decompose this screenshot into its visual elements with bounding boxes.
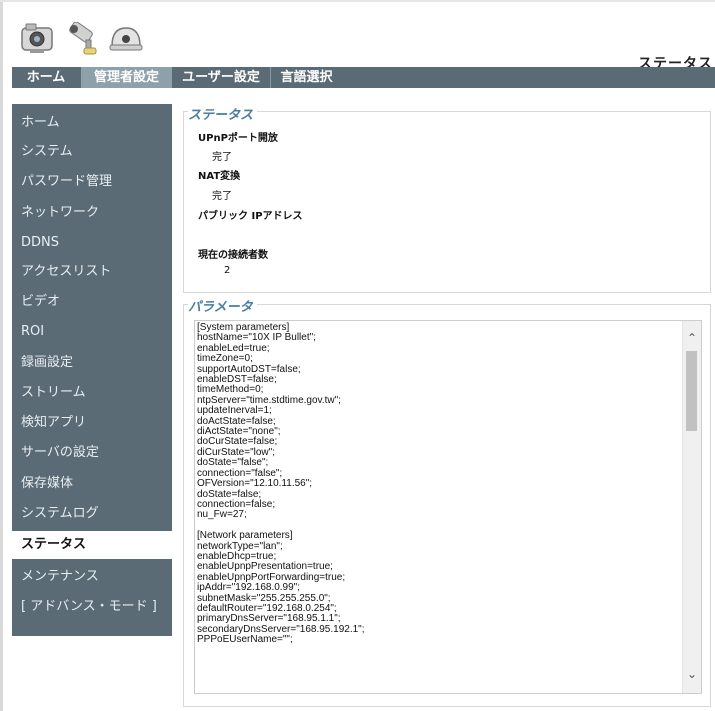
top-tab-bar: ホーム 管理者設定 ユーザー設定 言語選択 [12,67,715,88]
sidebar-item-video[interactable]: ビデオ [12,288,172,316]
camera-icon [21,23,53,53]
sidebar: ホーム システム パスワード管理 ネットワーク DDNS アクセスリスト ビデオ… [12,104,172,636]
parameters-scrollbar[interactable]: ⌃ ⌄ [682,321,701,693]
upnp-value: 完了 [212,152,232,163]
sidebar-item-status[interactable]: ステータス [12,531,172,559]
tab-language[interactable]: 言語選択 [270,67,342,88]
sidebar-item-detection[interactable]: 検知アプリ [12,409,172,437]
sidebar-item-access-list[interactable]: アクセスリスト [12,258,172,286]
sidebar-item-storage[interactable]: 保存媒体 [12,470,172,498]
tab-home[interactable]: ホーム [12,67,80,88]
scroll-down-chevron-icon[interactable]: ⌄ [683,665,701,683]
sidebar-item-recording[interactable]: 録画設定 [12,349,172,377]
sidebar-item-maintenance[interactable]: メンテナンス [12,563,172,591]
sidebar-item-system-log[interactable]: システムログ [12,500,172,528]
sidebar-item-stream[interactable]: ストリーム [12,379,172,407]
sidebar-item-advanced-mode[interactable]: [ アドバンス・モード ] [12,593,172,621]
scrollbar-thumb[interactable] [686,351,697,431]
dome-camera-icon [109,27,143,51]
window-top-border [0,0,715,2]
connections-label: 現在の接続者数 [198,250,268,261]
sidebar-item-server[interactable]: サーバの設定 [12,439,172,467]
scroll-up-chevron-icon[interactable]: ⌃ [683,329,701,347]
parameters-text: [System parameters] hostName="10X IP Bul… [197,322,365,646]
sidebar-item-home[interactable]: ホーム [12,109,172,137]
sidebar-item-ddns[interactable]: DDNS [12,229,172,257]
window-left-border [0,0,3,711]
bullet-camera-icon [69,22,97,55]
sidebar-item-roi[interactable]: ROI [12,318,172,346]
tab-user-settings[interactable]: ユーザー設定 [173,67,269,88]
sidebar-item-system[interactable]: システム [12,138,172,166]
upnp-label: UPnPポート開放 [198,133,278,144]
public-ip-label: パブリック IPアドレス [198,211,303,222]
sidebar-item-password[interactable]: パスワード管理 [12,168,172,196]
connections-value: 2 [224,265,231,276]
tab-admin-settings[interactable]: 管理者設定 [81,67,172,88]
parameters-section-title: パラメータ [188,296,257,315]
status-section-title: ステータス [188,104,258,123]
nat-label: NAT変換 [198,171,241,182]
parameters-textarea[interactable]: [System parameters] hostName="10X IP Bul… [194,320,702,694]
sidebar-item-network[interactable]: ネットワーク [12,199,172,227]
nat-value: 完了 [212,191,232,202]
